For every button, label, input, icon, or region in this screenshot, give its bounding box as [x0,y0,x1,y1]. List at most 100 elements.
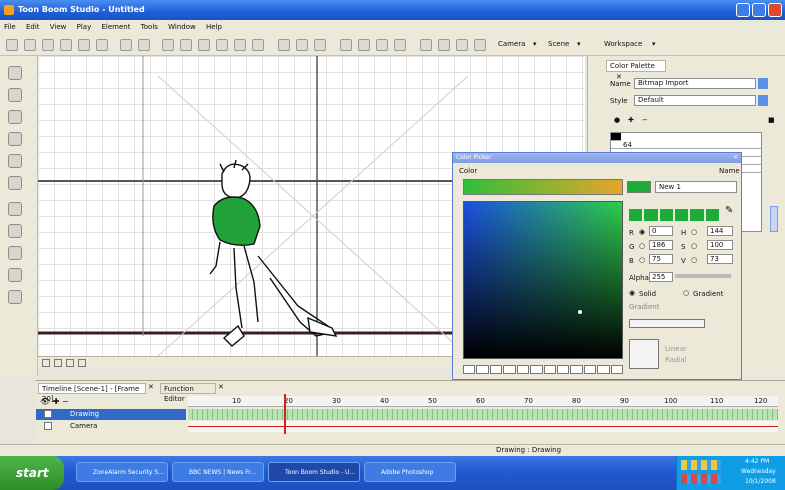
lamp-icon[interactable] [394,39,406,51]
camera-view-icon[interactable] [340,39,352,51]
v-radio[interactable]: ○ [691,256,697,264]
color-slot[interactable] [610,365,624,374]
menu-element[interactable]: Element [101,23,130,31]
contour-editor-icon[interactable] [8,202,22,216]
recent-swatch[interactable] [629,209,643,221]
palette-name-dropdown-icon[interactable] [758,78,768,89]
paint-tool-icon[interactable] [8,110,22,124]
maximize-button[interactable] [752,3,766,17]
zoom-tool-icon[interactable] [8,268,22,282]
scene-dropdown[interactable]: Scene [548,40,569,48]
saturation-value-square[interactable] [463,201,623,359]
light-table-icon[interactable] [314,39,326,51]
color-cursor[interactable] [578,310,582,314]
copy-icon[interactable] [78,39,90,51]
swatch-row[interactable]: 64 [611,141,761,149]
add-layer-icon[interactable]: ✚ [53,397,60,406]
alpha-input[interactable]: 255 [649,272,673,282]
color-slot[interactable] [597,365,610,374]
taskbar-item-active[interactable]: Toon Boom Studio - U... [268,462,360,482]
b-radio[interactable]: ○ [639,256,645,264]
color-slot[interactable] [530,365,543,374]
linear-radio-label[interactable]: Linear [665,345,687,353]
play-icon[interactable] [198,39,210,51]
brush-tool-icon[interactable] [8,88,22,102]
palette-name-select[interactable]: Bitmap Import [634,78,756,89]
reset-view-icon[interactable] [78,359,86,367]
palette-menu-icon[interactable]: ■ [768,116,775,124]
loop-icon[interactable] [252,39,264,51]
frame-ruler[interactable]: 10 20 30 40 50 60 70 80 90 100 110 120 [188,396,778,407]
pencil-tool-icon[interactable] [8,132,22,146]
playhead[interactable] [284,394,286,434]
align-icon[interactable] [358,39,370,51]
paste-icon[interactable] [96,39,108,51]
first-frame-icon[interactable] [162,39,174,51]
g-input[interactable]: 186 [649,240,673,250]
redo-icon[interactable] [138,39,150,51]
s-radio[interactable]: ○ [691,242,697,250]
function-tab-close-icon[interactable]: ✕ [218,383,224,391]
undo-icon[interactable] [120,39,132,51]
menu-file[interactable]: File [4,23,16,31]
add-color-icon[interactable]: ✚ [628,116,634,124]
h-radio[interactable]: ○ [691,228,697,236]
eraser-tool-icon[interactable] [8,154,22,168]
tray-icons[interactable] [681,474,721,484]
curve-icon[interactable] [456,39,468,51]
timeline-tab[interactable]: Timeline [Scene-1] - [Frame 20] [38,383,146,403]
layer-row-drawing[interactable]: Drawing [36,409,186,420]
onion-skin-icon[interactable] [278,39,290,51]
color-pot-icon[interactable]: ● [614,116,620,124]
pencil-shape-icon[interactable] [438,39,450,51]
color-slot[interactable] [489,365,503,374]
taskbar-item[interactable]: Adobe Photoshop [364,462,456,482]
r-radio[interactable]: ◉ [639,228,645,236]
taskbar-item[interactable]: ZoneAlarm Security S... [76,462,168,482]
last-frame-icon[interactable] [234,39,246,51]
previous-frame-icon[interactable] [180,39,192,51]
brush-shape-icon[interactable] [420,39,432,51]
color-slot[interactable] [570,365,583,374]
next-frame-icon[interactable] [216,39,228,51]
color-picker-close-icon[interactable]: ✕ [733,154,738,161]
radial-radio-label[interactable]: Radial [665,356,687,364]
eyedropper-icon[interactable]: ✎ [725,205,733,216]
recent-swatch[interactable] [705,209,719,221]
taskbar-item[interactable]: BBC NEWS | News Fr... [172,462,264,482]
color-slot[interactable] [463,365,476,374]
menu-window[interactable]: Window [168,23,196,31]
timeline-tab-close-icon[interactable]: ✕ [148,383,154,391]
magnifier-icon[interactable] [474,39,486,51]
recent-swatch[interactable] [659,209,673,221]
visibility-icon[interactable]: 👁 [40,397,50,406]
menu-help[interactable]: Help [206,23,222,31]
fit-view-icon[interactable] [66,359,74,367]
scene-chevron-icon[interactable]: ▾ [577,40,581,48]
save-icon[interactable] [42,39,54,51]
hue-gradient-bar[interactable] [463,179,623,195]
color-name-input[interactable]: New 1 [655,181,737,193]
gradient-radio[interactable]: ○ [683,289,689,297]
open-icon[interactable] [24,39,36,51]
camera-layer-frames[interactable] [188,421,778,432]
function-editor-tab[interactable]: Function Editor [160,383,216,403]
color-slot[interactable] [556,365,570,374]
cut-icon[interactable] [60,39,72,51]
color-slot[interactable] [583,365,597,374]
transform-tool-icon[interactable] [8,224,22,238]
rotate-tool-icon[interactable] [8,246,22,260]
r-input[interactable]: 0 [649,226,673,236]
h-input[interactable]: 144 [707,226,733,236]
menu-edit[interactable]: Edit [26,23,40,31]
palette-style-dropdown-icon[interactable] [758,95,768,106]
color-slot[interactable] [543,365,556,374]
drawing-layer-frames[interactable] [188,409,778,420]
start-button[interactable]: start [0,456,64,490]
palette-style-select[interactable]: Default [634,95,756,106]
text-tool-icon[interactable] [8,176,22,190]
menu-play[interactable]: Play [77,23,92,31]
remove-layer-icon[interactable]: − [62,397,69,406]
zoom-in-icon[interactable] [42,359,50,367]
distribute-icon[interactable] [376,39,388,51]
